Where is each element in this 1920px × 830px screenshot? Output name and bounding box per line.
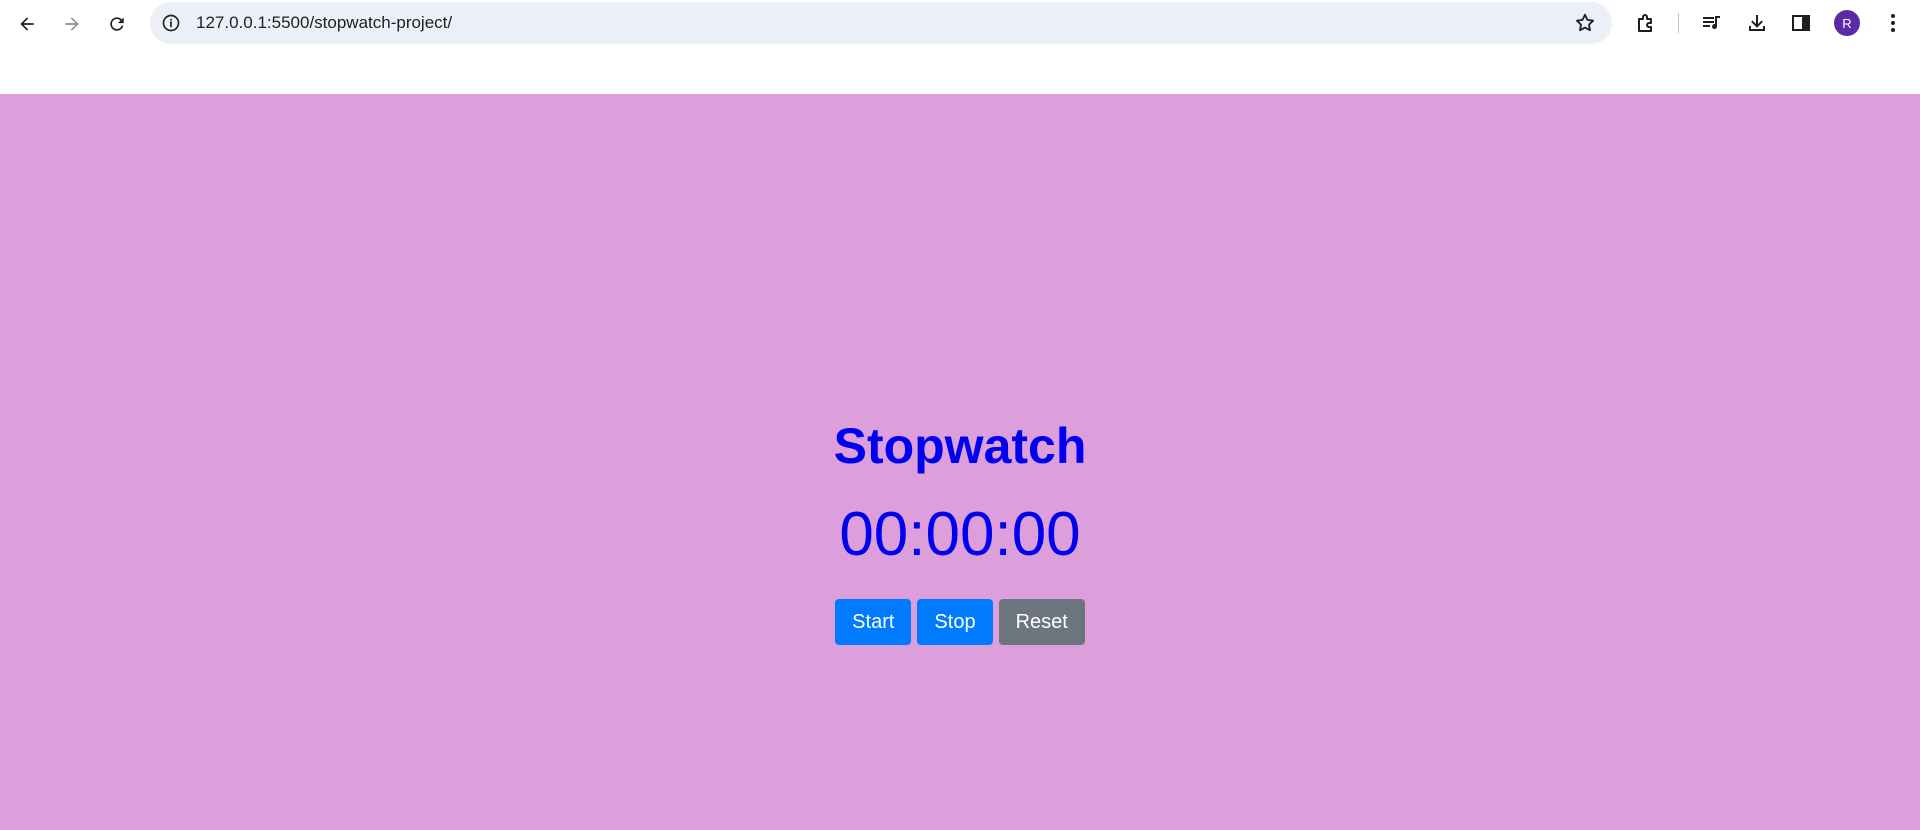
start-button[interactable]: Start <box>835 599 912 645</box>
control-buttons: Start Stop Reset <box>0 599 1920 645</box>
reload-button[interactable] <box>99 6 135 42</box>
back-button[interactable] <box>9 6 45 42</box>
side-panel-icon[interactable] <box>1788 10 1814 36</box>
stop-button[interactable]: Stop <box>917 599 993 645</box>
media-queue-icon[interactable] <box>1699 10 1725 36</box>
forward-button[interactable] <box>54 6 90 42</box>
address-bar[interactable]: 127.0.0.1:5500/stopwatch-project/ <box>150 2 1612 44</box>
site-info-icon[interactable] <box>160 12 182 34</box>
back-arrow-icon <box>20 17 34 31</box>
browser-toolbar: 127.0.0.1:5500/stopwatch-project/ R <box>0 0 1920 48</box>
extensions-icon[interactable] <box>1633 10 1659 36</box>
reload-icon <box>110 17 124 31</box>
url-text[interactable]: 127.0.0.1:5500/stopwatch-project/ <box>196 13 452 33</box>
download-icon[interactable] <box>1744 10 1770 36</box>
profile-initial: R <box>1842 15 1852 31</box>
time-display: 00:00:00 <box>839 500 1081 569</box>
page-title: Stopwatch <box>833 418 1087 474</box>
profile-avatar[interactable]: R <box>1834 10 1860 36</box>
bookmark-star-icon[interactable] <box>1574 12 1596 34</box>
kebab-menu-icon[interactable] <box>1880 10 1906 36</box>
forward-arrow-icon <box>65 17 79 31</box>
reset-button[interactable]: Reset <box>998 599 1085 645</box>
toolbar-divider <box>1678 13 1679 33</box>
